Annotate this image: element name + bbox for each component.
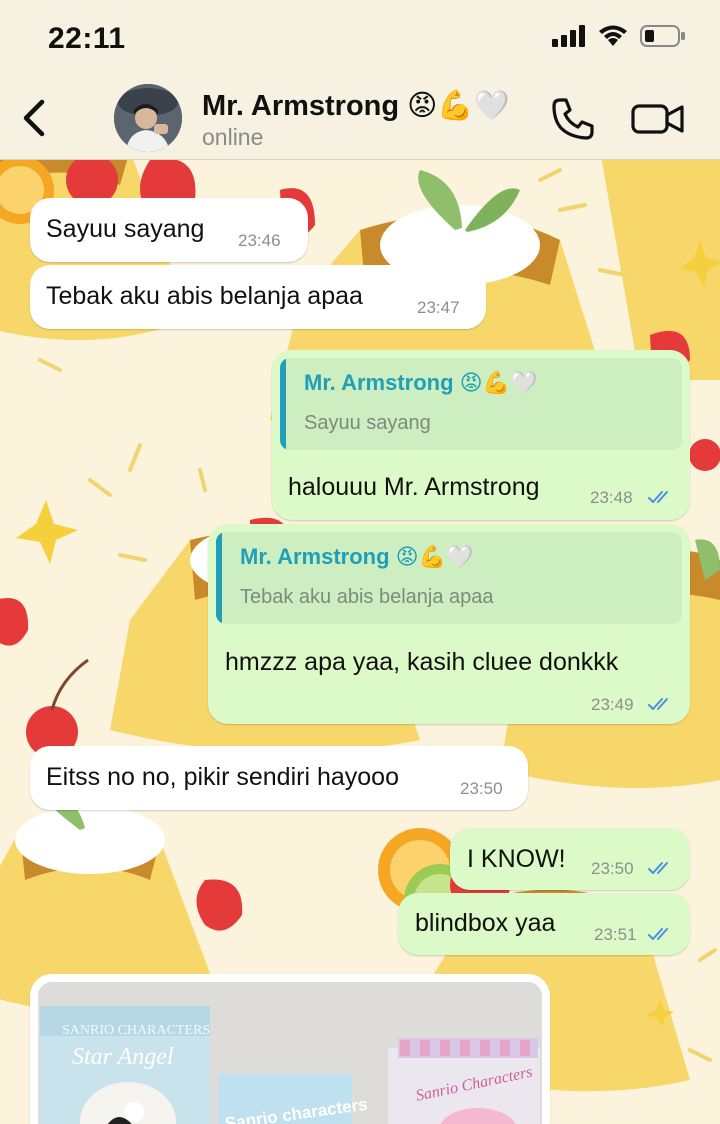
avatar-photo bbox=[114, 84, 182, 152]
message-incoming[interactable]: Sayuu sayang 23:46 bbox=[30, 198, 308, 262]
message-time: 23:50 bbox=[591, 859, 634, 878]
double-check-icon bbox=[648, 862, 668, 874]
message-outgoing[interactable]: blindbox yaa 23:51 bbox=[398, 893, 690, 955]
message-text: Eitss no no, pikir sendiri hayooo bbox=[46, 763, 399, 791]
quote-sender: Mr. Armstrong 😡💪🤍 bbox=[240, 544, 474, 569]
photo-label-sanrio: SANRIO CHARACTERS bbox=[62, 1023, 210, 1038]
quote-accent-bar bbox=[280, 358, 286, 450]
quote-text: Sayuu sayang bbox=[304, 412, 431, 434]
phone-icon bbox=[552, 98, 594, 140]
avatar[interactable] bbox=[114, 84, 182, 152]
message-text: halouuu Mr. Armstrong bbox=[288, 473, 540, 501]
message-time: 23:47 bbox=[417, 298, 460, 317]
chat-header: Mr. Armstrong 😡💪🤍 online bbox=[0, 78, 720, 160]
photo-label-star-angel: Star Angel bbox=[72, 1044, 174, 1070]
signal-icon bbox=[552, 25, 585, 47]
message-time: 23:46 bbox=[238, 231, 281, 250]
status-time: 22:11 bbox=[48, 22, 126, 55]
quote-sender: Mr. Armstrong 😡💪🤍 bbox=[304, 370, 538, 395]
back-button[interactable] bbox=[14, 92, 54, 144]
message-text: hmzzz apa yaa, kasih cluee donkkk bbox=[225, 648, 619, 676]
message-time: 23:51 bbox=[594, 925, 637, 944]
message-time: 23:48 bbox=[590, 488, 633, 507]
blindbox-photo[interactable]: SANRIO CHARACTERS Star Angel Sanrio char… bbox=[38, 982, 542, 1124]
contact-name[interactable]: Mr. Armstrong 😡💪🤍 bbox=[202, 88, 510, 123]
message-outgoing[interactable]: I KNOW! 23:50 bbox=[450, 828, 690, 890]
quoted-message[interactable]: Mr. Armstrong 😡💪🤍 Tebak aku abis belanja… bbox=[216, 532, 682, 624]
message-incoming-photo[interactable]: SANRIO CHARACTERS Star Angel Sanrio char… bbox=[30, 974, 550, 1124]
wifi-icon bbox=[599, 25, 627, 46]
message-text: Sayuu sayang bbox=[46, 215, 205, 243]
message-time: 23:49 bbox=[591, 695, 634, 714]
message-text: Tebak aku abis belanja apaa bbox=[46, 282, 363, 310]
quote-text: Tebak aku abis belanja apaa bbox=[240, 586, 494, 608]
quoted-message[interactable]: Mr. Armstrong 😡💪🤍 Sayuu sayang bbox=[280, 358, 682, 450]
call-button[interactable] bbox=[550, 96, 596, 142]
double-check-icon bbox=[648, 491, 668, 503]
status-icons bbox=[552, 24, 686, 48]
contact-status: online bbox=[202, 124, 264, 150]
message-text: I KNOW! bbox=[467, 845, 566, 873]
message-text: blindbox yaa bbox=[415, 909, 556, 937]
message-outgoing[interactable]: Mr. Armstrong 😡💪🤍 Tebak aku abis belanja… bbox=[208, 524, 690, 724]
quote-accent-bar bbox=[216, 532, 222, 624]
video-call-button[interactable] bbox=[630, 98, 686, 140]
double-check-icon bbox=[648, 928, 668, 940]
status-bar: 22:11 bbox=[0, 0, 720, 78]
video-camera-icon bbox=[631, 104, 684, 134]
message-incoming[interactable]: Eitss no no, pikir sendiri hayooo 23:50 bbox=[30, 746, 528, 810]
photo-content: SANRIO CHARACTERS Star Angel Sanrio char… bbox=[38, 982, 542, 1124]
message-outgoing[interactable]: Mr. Armstrong 😡💪🤍 Sayuu sayang halouuu M… bbox=[272, 350, 690, 520]
message-incoming[interactable]: Tebak aku abis belanja apaa 23:47 bbox=[30, 265, 486, 329]
chevron-left-icon bbox=[23, 99, 45, 137]
double-check-icon bbox=[648, 698, 668, 710]
message-time: 23:50 bbox=[460, 779, 503, 798]
battery-icon bbox=[640, 25, 685, 47]
